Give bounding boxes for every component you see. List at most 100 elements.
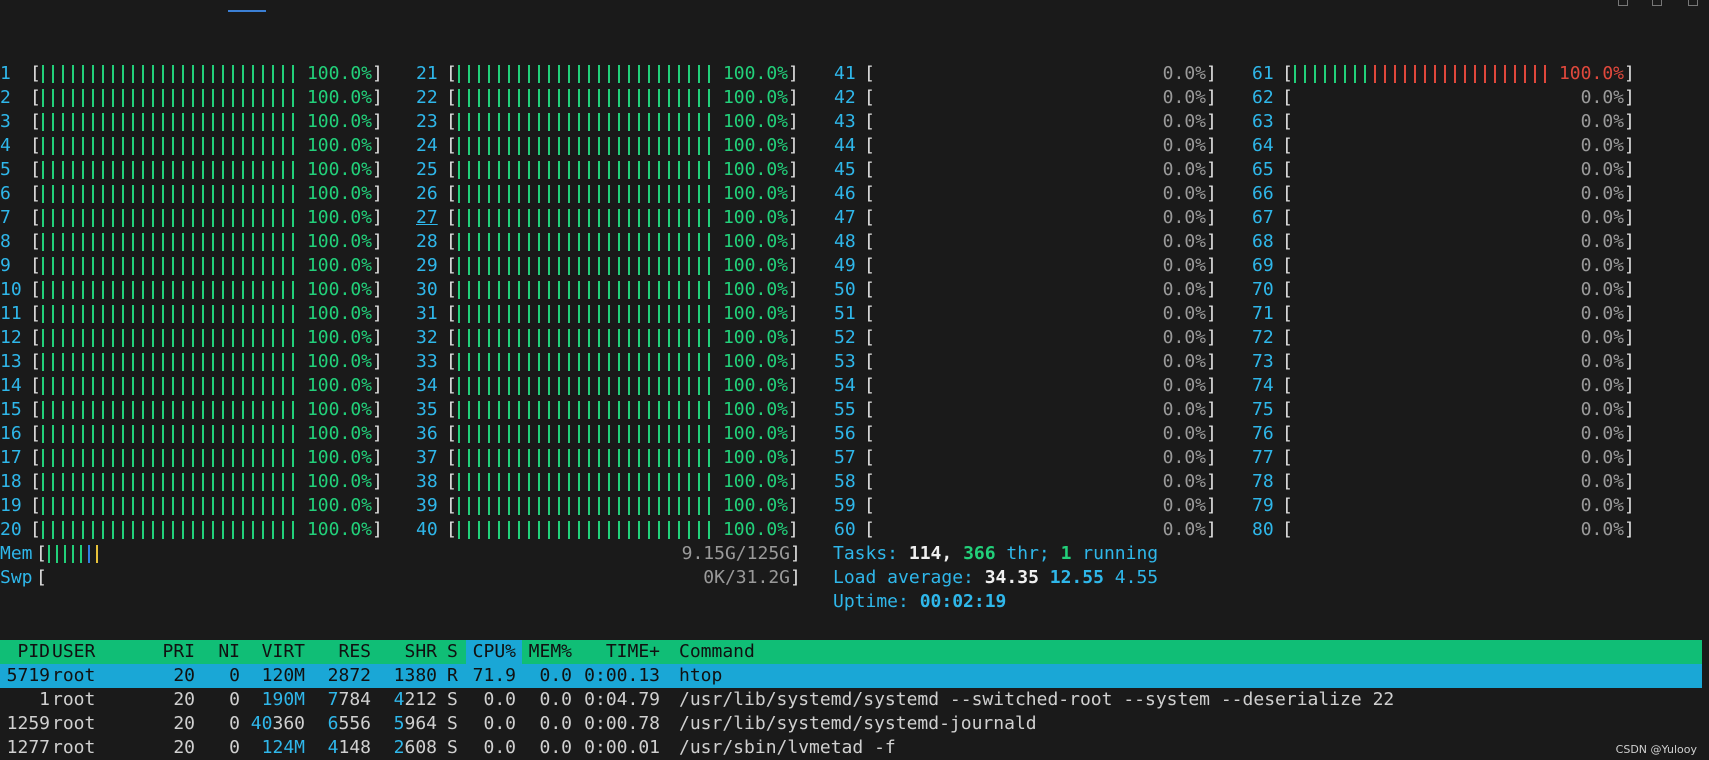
cpu-bar-tick — [488, 329, 490, 347]
bracket-close: ] — [1624, 351, 1635, 372]
cpu-bar-tick — [518, 497, 520, 515]
cpu-bar-tick — [222, 161, 224, 179]
cpu-percent: 0.0% — [1580, 375, 1624, 396]
bracket-close: ] — [788, 255, 799, 276]
value-highlight: 40 — [250, 713, 273, 734]
bracket-close: ] — [1624, 327, 1635, 348]
cpu-bar-tick — [1524, 65, 1526, 83]
active-tab-indicator[interactable] — [228, 10, 266, 12]
cpu-bar-tick — [72, 257, 74, 275]
cpu-bar-tick — [498, 497, 500, 515]
cpu-bar-tick — [658, 401, 660, 419]
close-icon[interactable] — [1688, 0, 1698, 6]
cpu-bar-tick — [202, 497, 204, 515]
bracket-close: ] — [1206, 375, 1217, 396]
cpu-bar-tick — [558, 401, 560, 419]
cpu-bar-tick — [468, 305, 470, 323]
cpu-bar-tick — [42, 353, 44, 371]
cpu-bar — [42, 209, 302, 227]
bracket-open: [ — [1282, 447, 1293, 468]
col-res[interactable]: RES — [317, 640, 371, 664]
bracket-close: ] — [372, 183, 383, 204]
cpu-bar-tick — [458, 281, 460, 299]
bracket-close: ] — [1206, 447, 1217, 468]
col-virt[interactable]: VIRT — [250, 640, 305, 664]
cpu-percent: 0.0% — [1162, 87, 1206, 108]
cpu-bar-tick — [638, 209, 640, 227]
cpu-bar-tick — [698, 209, 700, 227]
cpu-bar-tick — [202, 113, 204, 131]
minimize-icon[interactable] — [1618, 0, 1628, 6]
col-pri[interactable]: PRI — [150, 640, 195, 664]
col-pid[interactable]: PID — [0, 640, 50, 664]
cpu-bar-tick — [142, 329, 144, 347]
bracket-close: ] — [372, 471, 383, 492]
cpu-bar-tick — [478, 257, 480, 275]
cpu-percent: 0.0% — [1580, 447, 1624, 468]
process-row[interactable]: 1277 root 20 0 124M 4148 2608 S 0.0 0.0 0:00.01/us… — [0, 736, 1702, 760]
cpu-number: 78 — [1252, 471, 1274, 492]
cpu-bar-tick — [538, 137, 540, 155]
cpu-bar-tick — [588, 425, 590, 443]
value-highlight: 7 — [327, 689, 339, 710]
bracket-open: [ — [446, 471, 457, 492]
cpu-bar-tick — [558, 521, 560, 539]
col-cpu[interactable]: CPU% — [466, 640, 516, 664]
col-mem[interactable]: MEM% — [522, 640, 572, 664]
cpu-bar-tick — [498, 113, 500, 131]
cpu-bar-tick — [668, 233, 670, 251]
col-shr[interactable]: SHR — [383, 640, 437, 664]
cpu-percent: 100.0% — [306, 87, 372, 108]
cpu-bar-tick — [62, 305, 64, 323]
cpu-number: 60 — [834, 519, 856, 540]
col-user[interactable]: USER — [52, 640, 95, 664]
cpu-bar — [458, 329, 718, 347]
cpu-bar-tick — [688, 305, 690, 323]
cpu-bar-tick — [72, 65, 74, 83]
cpu-bar-tick — [282, 449, 284, 467]
process-row[interactable]: 5719 root 20 0 120M 2872 1380 R 71.9 0.0 0:00.13 ht… — [0, 664, 1702, 688]
cpu-bar-tick — [142, 425, 144, 443]
maximize-icon[interactable] — [1652, 0, 1662, 6]
cpu-bar-tick — [202, 449, 204, 467]
cpu-bar-tick — [92, 161, 94, 179]
swap-bracket-open: [ — [36, 567, 47, 588]
cpu-bar-tick — [102, 329, 104, 347]
cpu-bar-tick — [202, 521, 204, 539]
cpu-bar-tick — [122, 89, 124, 107]
cpu-bar-tick — [538, 209, 540, 227]
cpu-bar-tick — [688, 137, 690, 155]
col-ni[interactable]: NI — [206, 640, 240, 664]
cpu-bar-tick — [498, 257, 500, 275]
cpu-number: 40 — [416, 519, 438, 540]
cpu-bar — [458, 449, 718, 467]
cpu-bar-tick — [142, 281, 144, 299]
cpu-bar-tick — [132, 497, 134, 515]
process-row[interactable]: 1 root 20 0 190M 7784 4212 S 0.0 0.0 0:04.79/usr/l… — [0, 688, 1702, 712]
cpu-bar-tick — [252, 233, 254, 251]
cpu-bar-tick — [458, 425, 460, 443]
bracket-close: ] — [1624, 519, 1635, 540]
bracket-open: [ — [30, 87, 41, 108]
cpu-bar-tick — [192, 257, 194, 275]
cpu-bar-tick — [252, 329, 254, 347]
cpu-bar-tick — [112, 137, 114, 155]
cpu-bar-tick — [528, 449, 530, 467]
cpu-percent: 0.0% — [1162, 255, 1206, 276]
cpu-bar-tick — [668, 209, 670, 227]
cpu-number: 67 — [1252, 207, 1274, 228]
process-row[interactable]: 1259 root 20 0 40360 6556 5964 S 0.0 0.0 0:00.78/u… — [0, 712, 1702, 736]
cpu-bar — [458, 353, 718, 371]
bracket-open: [ — [864, 399, 875, 420]
bracket-open: [ — [446, 231, 457, 252]
cell-mem: 0.0 — [539, 737, 572, 758]
cpu-bar-tick — [242, 257, 244, 275]
cpu-percent: 100.0% — [306, 303, 372, 324]
col-command[interactable]: Command — [679, 640, 755, 664]
bracket-close: ] — [788, 399, 799, 420]
col-state[interactable]: S — [447, 640, 458, 664]
col-time[interactable]: TIME+ — [584, 640, 660, 664]
cpu-bar-tick — [52, 377, 54, 395]
cpu-bar-tick — [658, 305, 660, 323]
cpu-number: 27 — [416, 207, 438, 228]
